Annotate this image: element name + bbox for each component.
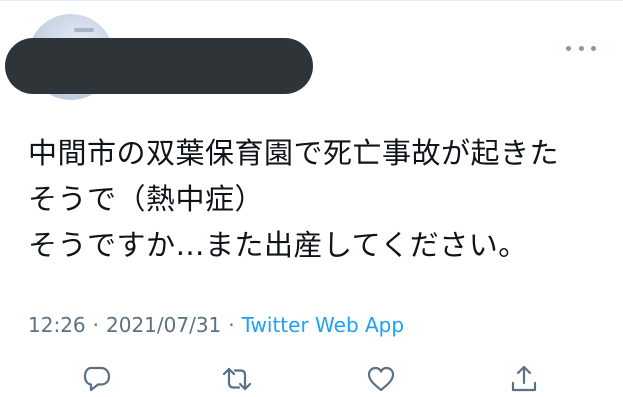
more-dot xyxy=(578,45,584,51)
more-options-icon[interactable] xyxy=(566,40,596,56)
reply-icon xyxy=(83,366,111,392)
share-icon xyxy=(511,365,537,392)
retweet-button[interactable] xyxy=(219,361,255,397)
tweet-text: 中間市の双葉保育園で死亡事故が起きた そうで（熱中症） そうですか…また出産して… xyxy=(28,130,608,268)
tweet-time[interactable]: 12:26 xyxy=(28,313,86,337)
more-dot xyxy=(591,45,596,51)
tweet-text-line: そうですか…また出産してください。 xyxy=(28,228,528,262)
more-dot xyxy=(566,45,571,51)
tweet-text-line: そうで（熱中症） xyxy=(28,182,265,216)
tweet-text-line: 中間市の双葉保育園で死亡事故が起きた xyxy=(28,136,560,170)
tweet-card: 中間市の双葉保育園で死亡事故が起きた そうで（熱中症） そうですか…また出産して… xyxy=(0,0,623,397)
tweet-metadata: 12:26 · 2021/07/31 · Twitter Web App xyxy=(28,311,404,339)
tweet-date[interactable]: 2021/07/31 xyxy=(106,313,221,337)
retweet-icon xyxy=(222,367,252,391)
heart-icon xyxy=(367,366,395,392)
meta-separator: · xyxy=(228,313,235,337)
meta-separator: · xyxy=(92,313,99,337)
avatar-detail xyxy=(74,28,94,32)
tweet-actions-bar xyxy=(0,357,623,397)
author-name-redaction xyxy=(5,38,313,94)
share-button[interactable] xyxy=(506,361,542,397)
tweet-source-link[interactable]: Twitter Web App xyxy=(242,313,404,337)
reply-button[interactable] xyxy=(79,361,115,397)
like-button[interactable] xyxy=(363,361,399,397)
top-divider xyxy=(0,0,623,1)
